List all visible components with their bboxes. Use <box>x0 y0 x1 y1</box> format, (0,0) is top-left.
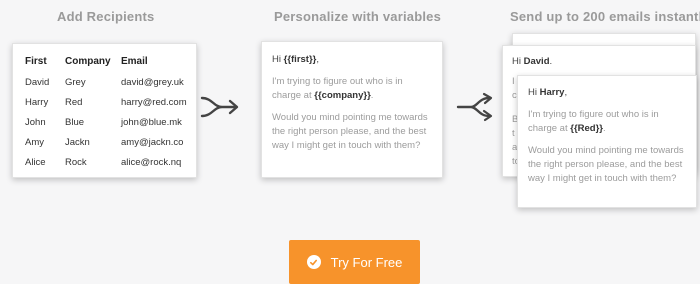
sent-back-greeting-word: Hi <box>512 56 521 67</box>
recipients-card: First Company Email David Grey david@gre… <box>12 43 197 178</box>
table-row: Amy Jackn amy@jackn.co <box>25 132 188 152</box>
heading-add-recipients: Add Recipients <box>57 9 155 24</box>
template-email-card: Hi {{first}}, I'm trying to figure out w… <box>261 41 443 178</box>
sent-email-card-front: Hi Harry, I'm trying to figure out who i… <box>517 75 697 208</box>
sent-back-greeting: Hi David. <box>512 55 686 69</box>
table-row: John Blue john@blue.mk <box>25 112 188 132</box>
table-header-row: First Company Email <box>25 54 188 72</box>
cell-company: Rock <box>65 156 87 168</box>
table-row: Alice Rock alice@rock.nq <box>25 152 188 172</box>
cell-first: David <box>25 76 50 88</box>
cell-company: Jackn <box>65 136 90 148</box>
cell-company: Grey <box>65 76 86 88</box>
cell-email: amy@jackn.co <box>121 136 184 148</box>
cell-email: alice@rock.nq <box>121 156 182 168</box>
sent-front-greeting: Hi Harry, <box>528 86 687 100</box>
cell-email: david@grey.uk <box>121 76 184 88</box>
sent-front-punctuation: , <box>564 87 568 98</box>
variable-company: {{company}} <box>314 90 371 101</box>
sent-front-name: Harry <box>539 87 565 98</box>
recipients-table: First Company Email David Grey david@gre… <box>25 54 188 172</box>
cell-first: John <box>25 116 46 128</box>
cell-first: Alice <box>25 156 46 168</box>
template-greeting: Hi {{first}}, <box>272 53 433 67</box>
greeting-word: Hi <box>272 54 281 65</box>
template-line-2: Would you mind pointing me towards the r… <box>272 112 428 151</box>
cell-company: Blue <box>65 116 85 128</box>
try-for-free-label: Try For Free <box>330 254 403 270</box>
table-row: David Grey david@grey.uk <box>25 72 188 92</box>
template-line-1: I'm trying to figure out who is in charg… <box>272 75 433 103</box>
sent-back-name: David <box>523 56 550 67</box>
cell-first: Harry <box>25 96 49 108</box>
variable-first: {{first}} <box>283 54 317 65</box>
cell-email: john@blue.mk <box>121 116 182 128</box>
table-row: Harry Red harry@red.com <box>25 92 188 112</box>
column-header-company: Company <box>65 55 111 67</box>
heading-send: Send up to 200 emails instantly <box>510 9 700 24</box>
column-header-email: Email <box>121 55 148 67</box>
sent-front-line-2: Would you mind pointing me towards the r… <box>528 145 684 184</box>
sent-back-punctuation: . <box>549 56 553 67</box>
split-arrow-icon <box>456 92 493 122</box>
column-header-first: First <box>25 55 47 67</box>
cell-first: Amy <box>25 136 44 148</box>
cell-company: Red <box>65 96 83 108</box>
line-1-punctuation: . <box>370 90 374 101</box>
sent-front-greeting-word: Hi <box>528 87 537 98</box>
sent-front-line-1: I'm trying to figure out who is in charg… <box>528 108 687 136</box>
merge-arrow-icon <box>200 96 239 118</box>
try-for-free-button[interactable]: Try For Free <box>289 240 420 284</box>
sent-front-line-1-punctuation: . <box>603 123 606 134</box>
sent-front-company: {{Red}} <box>570 123 604 134</box>
cell-email: harry@red.com <box>121 96 187 108</box>
greeting-punctuation: , <box>316 54 320 65</box>
check-circle-icon <box>306 255 321 269</box>
heading-personalize: Personalize with variables <box>274 9 442 24</box>
